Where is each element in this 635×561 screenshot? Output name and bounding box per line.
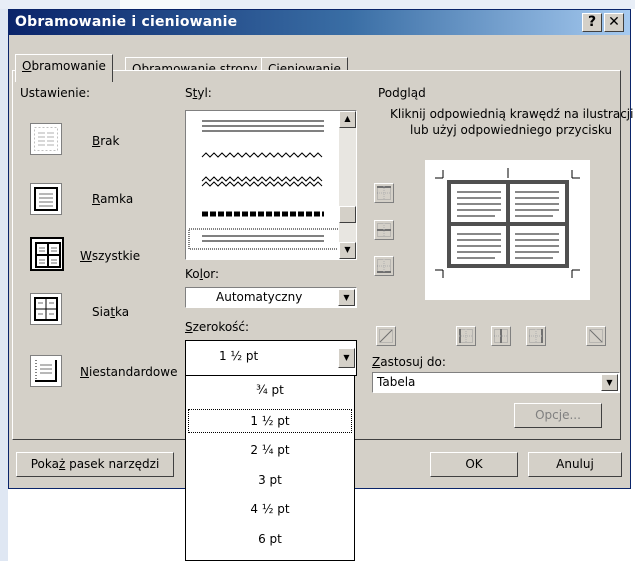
inside-horizontal-border-icon <box>377 223 391 237</box>
right-border-icon <box>529 329 543 343</box>
apply-to-label: Zastosuj do: <box>372 355 446 369</box>
show-toolbar-button[interactable]: Pokaż pasek narzędzi <box>16 452 174 477</box>
width-option[interactable]: 4 ½ pt <box>186 497 354 521</box>
width-option[interactable]: 6 pt <box>186 527 354 551</box>
table-preview-image <box>435 168 580 278</box>
window-title: Obramowanie i cieniowanie <box>15 14 238 30</box>
width-option-selected[interactable]: 1 ½ pt <box>188 409 352 433</box>
width-options-list[interactable]: ¾ pt 1 ½ pt 2 ¼ pt 3 pt 4 ½ pt 6 pt <box>185 375 355 561</box>
setting-all-label: Wszystkie <box>80 249 141 263</box>
help-button[interactable]: ? <box>582 13 602 32</box>
cancel-button[interactable]: Anuluj <box>528 452 622 477</box>
style-label: Styl: <box>185 86 212 100</box>
left-border-icon <box>459 329 473 343</box>
diagonal-down-border-icon <box>589 329 603 343</box>
width-option[interactable]: 2 ¼ pt <box>186 438 354 462</box>
setting-grid-icon <box>34 297 58 321</box>
chevron-down-icon[interactable]: ▼ <box>601 374 618 391</box>
scroll-up-arrow-icon[interactable]: ▲ <box>339 111 356 128</box>
width-label: Szerokość: <box>185 320 250 334</box>
setting-grid-label: Siatka <box>92 305 130 319</box>
tab-borders[interactable]: Obramowanie <box>15 54 113 82</box>
setting-custom-button[interactable] <box>30 355 62 387</box>
close-button[interactable]: ✕ <box>604 13 624 32</box>
setting-label: Ustawienie: <box>20 86 90 100</box>
setting-all-button[interactable] <box>30 237 64 271</box>
diagonal-up-border-icon <box>379 329 393 343</box>
setting-none-button[interactable] <box>30 123 62 155</box>
color-value: Automatyczny <box>216 290 303 304</box>
preview-label: Podgląd <box>378 86 426 100</box>
ok-button[interactable]: OK <box>430 452 518 477</box>
scroll-thumb[interactable] <box>339 206 356 223</box>
desktop-background-top <box>0 0 635 9</box>
bottom-border-icon <box>377 259 391 273</box>
desktop-background-left <box>0 0 8 561</box>
setting-custom-label: Niestandardowe <box>80 365 178 379</box>
line-style-scrollbar[interactable]: ▲ ▼ <box>339 111 356 259</box>
line-style-samples <box>188 120 338 250</box>
inside-horizontal-border-button[interactable] <box>374 220 394 240</box>
setting-box-button[interactable] <box>30 183 62 215</box>
setting-custom-icon <box>35 360 57 382</box>
inside-vertical-border-button[interactable] <box>491 326 511 346</box>
chevron-down-icon[interactable]: ▼ <box>338 348 355 368</box>
width-dropdown[interactable]: 1 ½ pt ▼ <box>185 340 357 376</box>
preview-hint-line2: lub użyj odpowiedniego przycisku <box>410 123 613 137</box>
setting-box-icon <box>34 187 58 211</box>
apply-to-value: Tabela <box>377 375 416 389</box>
bottom-border-button[interactable] <box>374 256 394 276</box>
title-bar[interactable]: Obramowanie i cieniowanie ? ✕ <box>9 10 630 35</box>
setting-none-icon <box>34 127 58 151</box>
line-style-list[interactable]: ▲ ▼ <box>185 110 357 260</box>
preview-hint-line1: Kliknij odpowiednią krawędź na ilustracj… <box>390 107 634 121</box>
color-label: Kolor: <box>185 267 220 281</box>
top-border-button[interactable] <box>374 183 394 203</box>
color-dropdown[interactable]: Automatyczny ▼ <box>185 287 357 308</box>
scroll-down-arrow-icon[interactable]: ▼ <box>339 242 356 259</box>
setting-box-label: Ramka <box>92 192 134 206</box>
apply-to-dropdown[interactable]: Tabela ▼ <box>372 372 620 393</box>
right-border-button[interactable] <box>526 326 546 346</box>
options-button[interactable]: Opcje... <box>514 403 602 428</box>
setting-grid-button[interactable] <box>30 293 62 325</box>
diagonal-down-border-button[interactable] <box>586 326 606 346</box>
chevron-down-icon[interactable]: ▼ <box>338 289 355 306</box>
inside-vertical-border-icon <box>494 329 508 343</box>
diagonal-up-border-button[interactable] <box>376 326 396 346</box>
left-border-button[interactable] <box>456 326 476 346</box>
width-value: 1 ½ pt <box>219 349 259 363</box>
top-border-icon <box>377 186 391 200</box>
desktop-background-stripe <box>120 0 200 9</box>
preview-area[interactable] <box>425 160 590 300</box>
setting-none-label: Brak <box>92 134 120 148</box>
width-option[interactable]: ¾ pt <box>186 378 354 402</box>
setting-all-icon <box>35 242 61 268</box>
width-option[interactable]: 3 pt <box>186 468 354 492</box>
